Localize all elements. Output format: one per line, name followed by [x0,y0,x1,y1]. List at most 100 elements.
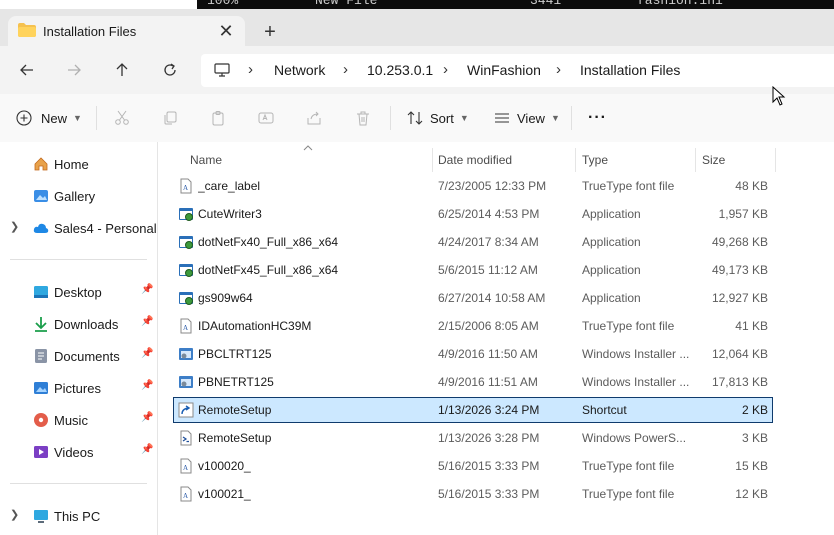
file-name: PBCLTRT125 [198,347,272,361]
sort-button[interactable]: Sort ▼ [407,106,469,130]
view-button[interactable]: View ▼ [494,106,560,130]
sidebar-item-this-pc[interactable]: ❯ This PC [0,502,157,530]
chevron-right-icon: › [556,61,561,78]
sidebar-item-desktop[interactable]: Desktop 📌 [0,278,157,306]
powershell-script-icon [178,430,194,446]
sidebar-item-downloads[interactable]: Downloads 📌 [0,310,157,338]
shortcut-icon [178,402,194,418]
column-divider[interactable] [775,148,776,172]
pin-icon: 📌 [141,284,154,295]
column-divider[interactable] [695,148,696,172]
cloud-icon [33,223,49,233]
file-row[interactable]: CuteWriter3 6/25/2014 4:53 PM Application 1… [174,202,772,226]
file-type: Windows Installer ... [582,347,690,361]
chevron-down-icon: ▼ [73,113,82,123]
sidebar-item-music[interactable]: Music 📌 [0,406,157,434]
svg-text:A: A [183,324,188,332]
paste-button[interactable] [210,106,226,130]
tab-installation-files[interactable]: Installation Files ✕ [8,16,245,47]
file-list: Name Date modified Type Size A _care_labe… [158,142,834,535]
file-name: RemoteSetup [198,431,272,445]
file-date-modified: 5/16/2015 3:33 PM [438,459,540,473]
more-options-button[interactable]: ··· [588,106,607,130]
back-button[interactable] [13,57,41,83]
chevron-right-icon: › [443,61,448,78]
sidebar-item-documents[interactable]: Documents 📌 [0,342,157,370]
file-type: TrueType font file [582,487,675,501]
cut-button[interactable] [114,106,130,130]
forward-button[interactable] [60,57,88,83]
mouse-pointer-icon [772,86,786,106]
share-button[interactable] [306,106,322,130]
svg-text:A: A [183,464,188,472]
file-date-modified: 6/25/2014 4:53 PM [438,207,540,221]
file-row[interactable]: RemoteSetup 1/13/2026 3:28 PM Windows Powe… [174,426,772,450]
font-file-icon: A [178,486,194,502]
clipboard-icon [212,111,224,126]
computer-icon [34,510,48,523]
column-divider[interactable] [575,148,576,172]
file-name: PBNETRT125 [198,375,274,389]
file-name: v100020_ [198,459,251,473]
copy-button[interactable] [162,106,178,130]
svg-text:A: A [183,184,188,192]
new-label: New [41,110,68,126]
file-row[interactable]: PBNETRT125 4/9/2016 11:51 AM Windows Insta… [174,370,772,394]
file-size: 15 KB [735,459,768,473]
home-icon [34,157,48,171]
file-date-modified: 5/6/2015 11:12 AM [438,263,538,277]
file-row[interactable]: A IDAutomationHC39M 2/15/2006 8:05 AM TrueT… [174,314,772,338]
desktop-icon [34,286,48,298]
breadcrumb-host[interactable]: 10.253.0.1 [367,62,433,78]
download-icon [35,317,47,332]
delete-button[interactable] [355,106,371,130]
column-header-date-modified[interactable]: Date modified [438,153,512,167]
chevron-right-icon[interactable]: ❯ [10,220,19,233]
breadcrumb-winfashion[interactable]: WinFashion [467,62,541,78]
chevron-down-icon: ▼ [459,113,469,123]
file-row[interactable]: Av100020_ 5/16/2015 3:33 PM TrueType font … [174,454,772,478]
file-date-modified: 2/15/2006 8:05 AM [438,319,539,333]
chevron-down-icon: ▼ [550,113,560,123]
terminal-text: fashion.ini [637,0,723,8]
column-header-type[interactable]: Type [582,153,608,167]
new-tab-button[interactable]: + [258,21,282,45]
file-row[interactable]: dotNetFx45_Full_x86_x64 5/6/2015 11:12 AM… [174,258,772,282]
file-date-modified: 4/9/2016 11:51 AM [438,375,538,389]
sidebar-item-sales4-personal[interactable]: ❯ Sales4 - Personal [0,214,157,242]
sort-icon [407,111,423,125]
new-button[interactable]: New ▼ [16,106,82,130]
file-name: dotNetFx45_Full_x86_x64 [198,263,339,277]
arrow-up-icon [116,63,128,76]
pin-icon: 📌 [141,412,154,423]
sidebar-item-pictures[interactable]: Pictures 📌 [0,374,157,402]
breadcrumb-installation-files[interactable]: Installation Files [580,62,680,78]
column-header-name[interactable]: Name [190,153,222,167]
up-button[interactable] [108,57,136,83]
navigation-pane: Home Gallery ❯ Sales4 - Personal Desktop… [0,142,158,535]
file-row[interactable]: RemoteSetup 1/13/2026 3:24 PM Shortcut 2 KB [173,397,773,423]
file-date-modified: 1/13/2026 3:24 PM [438,403,540,417]
file-row[interactable]: Av100021_ 5/16/2015 3:33 PM TrueType font … [174,482,772,506]
font-file-icon: A [178,458,194,474]
column-header-size[interactable]: Size [702,153,725,167]
close-tab-button[interactable]: ✕ [214,19,238,43]
column-divider[interactable] [432,148,433,172]
file-row[interactable]: gs909w64 6/27/2014 10:58 AM Application 12,… [174,286,772,310]
scissors-icon [115,110,129,125]
file-row[interactable]: A _care_label 7/23/2005 12:33 PM TrueType f… [174,174,772,198]
sidebar-item-home[interactable]: Home [0,150,157,178]
address-bar[interactable]: › Network › 10.253.0.1 › WinFashion › In… [201,54,834,87]
file-size: 49,173 KB [711,263,768,277]
monitor-icon [214,63,230,77]
file-row[interactable]: PBCLTRT125 4/9/2016 11:50 AM Windows Insta… [174,342,772,366]
sidebar-item-videos[interactable]: Videos 📌 [0,438,157,466]
chevron-right-icon[interactable]: ❯ [10,508,19,521]
font-file-icon: A [178,178,194,194]
application-icon [178,290,194,306]
sidebar-item-gallery[interactable]: Gallery [0,182,157,210]
refresh-button[interactable] [156,57,184,83]
breadcrumb-network[interactable]: Network [274,62,325,78]
file-row[interactable]: dotNetFx40_Full_x86_x64 4/24/2017 8:34 AM… [174,230,772,254]
rename-button[interactable] [258,106,274,130]
